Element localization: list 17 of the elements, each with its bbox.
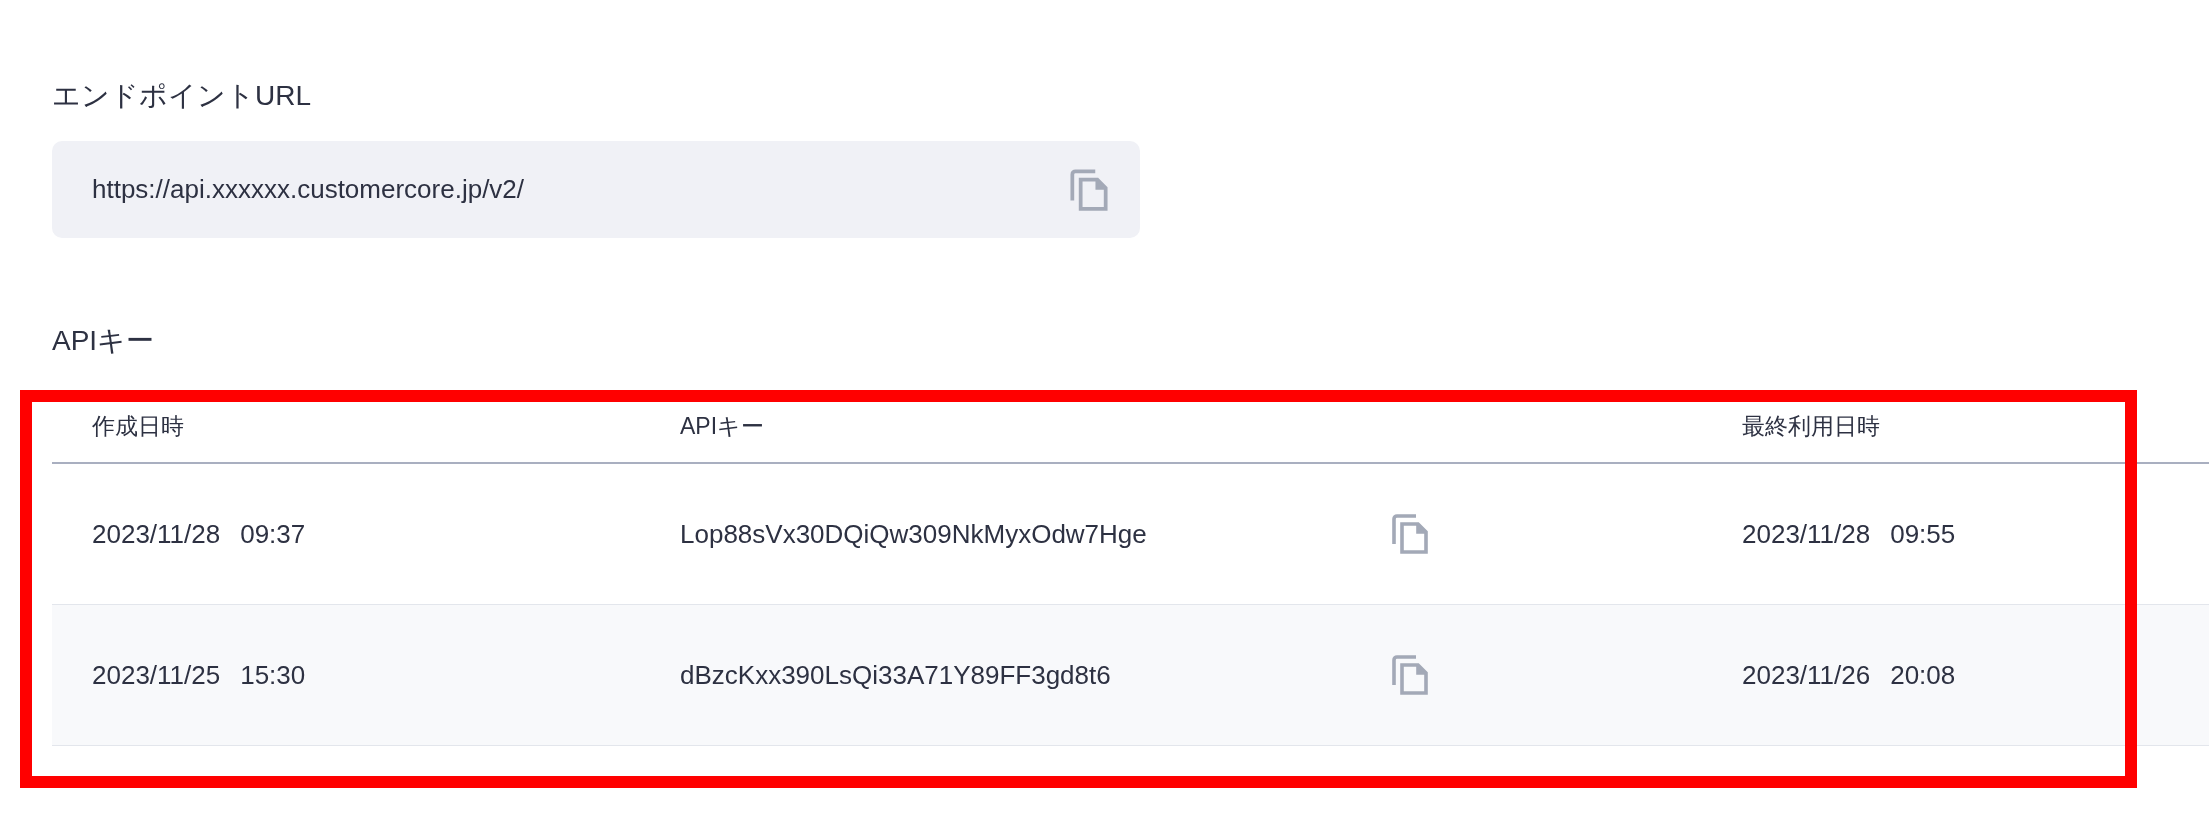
time-text: 15:30 (240, 658, 306, 692)
column-header: APIキー (680, 413, 765, 440)
section-label: APIキー (52, 324, 156, 358)
date-text: 2023/11/26 (1742, 658, 1871, 692)
date-text: 2023/11/28 (92, 517, 221, 551)
api-key-text: Lop88sVx30DQiQw309NkMyxOdw7Hge (680, 517, 1148, 551)
date-text: 2023/11/25 (92, 658, 221, 692)
column-header: 最終利用日時 (1742, 413, 1880, 440)
time-text: 20:08 (1890, 658, 1956, 692)
url-text: https://api.xxxxxx.customercore.jp/v2/ (92, 173, 525, 206)
time-text: 09:37 (240, 517, 306, 551)
column-header: 作成日時 (92, 413, 184, 440)
date-text: 2023/11/28 (1742, 517, 1871, 551)
time-text: 09:55 (1890, 517, 1956, 551)
section-label: エンドポイントURL (52, 79, 312, 113)
url-field[interactable]: https://api.xxxxxx.customercore.jp/v2/ (52, 141, 1140, 238)
api-key-text: dBzcKxx390LsQi33A71Y89FF3gd8t6 (680, 658, 1112, 692)
